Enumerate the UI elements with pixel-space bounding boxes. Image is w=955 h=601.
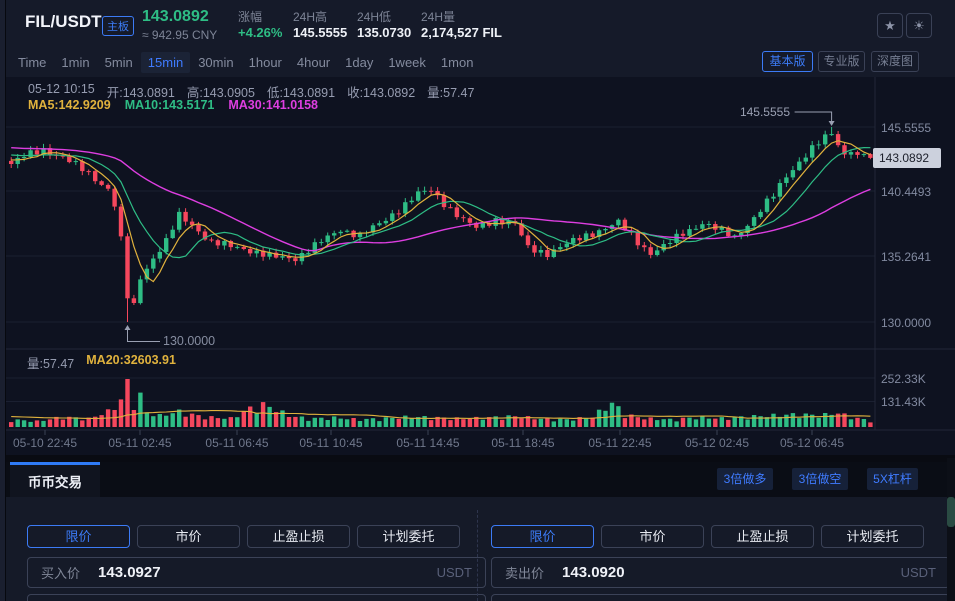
low-value: 135.0730: [357, 25, 411, 40]
buy-order-type-tabs: 限价 市价 止盈止损 计划委托: [27, 525, 460, 548]
high-value: 145.5555: [293, 25, 347, 40]
last-price: 143.0892: [142, 8, 209, 26]
timeframe-15min[interactable]: 15min: [141, 52, 190, 73]
buy-price-currency: USDT: [437, 565, 472, 580]
vol-axis-label: 131.43K: [881, 395, 926, 409]
trading-app: FIL/USDT 主板 143.0892 ≈ 942.95 CNY 涨幅 +4.…: [0, 0, 955, 601]
volume-ma20-label: MA20:32603.91: [86, 353, 176, 372]
candlestick-chart[interactable]: [0, 77, 955, 455]
sell-price-label: 卖出价: [505, 563, 544, 582]
high-price-annotation: 145.5555: [737, 105, 790, 119]
depth-view-button[interactable]: 深度图: [871, 51, 919, 72]
price-axis-label: 140.4493: [881, 185, 931, 199]
high-label: 24H高: [293, 8, 327, 25]
buy-tab-planned[interactable]: 计划委托: [357, 525, 460, 548]
timeframe-30min[interactable]: 30min: [191, 52, 240, 73]
sell-tab-limit[interactable]: 限价: [491, 525, 594, 548]
timeframe-1mon[interactable]: 1mon: [434, 52, 481, 73]
time-axis-label: 05-10 22:45: [0, 436, 90, 450]
buy-amount-input[interactable]: [27, 594, 486, 601]
time-axis-label: 05-11 14:45: [383, 436, 473, 450]
low-price-annotation: 130.0000: [163, 334, 215, 348]
star-icon: ★: [884, 18, 896, 34]
candle-close: 收:143.0892: [347, 82, 415, 101]
buy-price-value: 143.0927: [98, 564, 161, 581]
change-value: +4.26%: [238, 25, 282, 40]
pro-view-button[interactable]: 专业版: [818, 51, 865, 72]
ma-legend: MA5:142.9209 MA10:143.5171 MA30:141.0158: [28, 98, 318, 112]
volume-value-label: 量:57.47: [27, 353, 74, 372]
time-axis-label: 05-11 22:45: [575, 436, 665, 450]
buy-tab-market[interactable]: 市价: [137, 525, 240, 548]
ma30-label: MA30:141.0158: [228, 98, 318, 112]
price-axis-label: 135.2641: [881, 250, 931, 264]
sun-icon: ☀: [913, 18, 925, 34]
trade-tab-row: 币币交易 3倍做多 3倍做空 5X杠杆: [0, 462, 955, 497]
timeframe-1min[interactable]: 1min: [54, 52, 96, 73]
scrollbar-track: [947, 458, 955, 601]
volume-value: 2,174,527 FIL: [421, 25, 502, 40]
time-axis-label: 05-12 02:45: [672, 436, 762, 450]
buy-tab-limit[interactable]: 限价: [27, 525, 130, 548]
basic-view-button[interactable]: 基本版: [762, 51, 813, 72]
current-price-tag: 143.0892: [873, 148, 941, 168]
sell-price-input[interactable]: 卖出价 143.0920 USDT: [491, 557, 950, 588]
sell-price-value: 143.0920: [562, 564, 625, 581]
candle-volume: 量:57.47: [427, 82, 474, 101]
margin-3x-long-button[interactable]: 3倍做多: [717, 468, 773, 490]
time-axis-label: 05-12 06:45: [767, 436, 857, 450]
left-edge-strip: [0, 0, 6, 601]
time-axis-label: 05-11 02:45: [95, 436, 185, 450]
board-badge: 主板: [102, 16, 134, 36]
timeframe-list: Time 1min 5min 15min 30min 1hour 4hour 1…: [11, 47, 480, 77]
buy-price-label: 买入价: [41, 563, 80, 582]
timeframe-1day[interactable]: 1day: [338, 52, 380, 73]
volume-label: 24H量: [421, 8, 455, 25]
tab-spot-trading-label: 币币交易: [28, 471, 82, 491]
sell-price-currency: USDT: [901, 565, 936, 580]
timeframe-4hour[interactable]: 4hour: [290, 52, 337, 73]
timeframe-1week[interactable]: 1week: [381, 52, 433, 73]
timeframe-1hour[interactable]: 1hour: [242, 52, 289, 73]
header: FIL/USDT 主板 143.0892 ≈ 942.95 CNY 涨幅 +4.…: [0, 0, 955, 48]
volume-info: 量:57.47 MA20:32603.91: [27, 353, 176, 372]
pair-title: FIL/USDT: [25, 12, 102, 32]
sell-tab-planned[interactable]: 计划委托: [821, 525, 924, 548]
chart-section: 05-12 10:15 开:143.0891 高:143.0905 低:143.…: [0, 77, 955, 455]
section-divider: [0, 455, 955, 462]
margin-3x-short-button[interactable]: 3倍做空: [792, 468, 848, 490]
timeframe-toolbar: Time 1min 5min 15min 30min 1hour 4hour 1…: [0, 47, 955, 78]
low-label: 24H低: [357, 8, 391, 25]
vol-axis-label: 252.33K: [881, 372, 926, 386]
ma10-label: MA10:143.5171: [125, 98, 215, 112]
change-label: 涨幅: [238, 8, 262, 25]
timeframe-5min[interactable]: 5min: [98, 52, 140, 73]
timeframe-time[interactable]: Time: [11, 52, 53, 73]
time-axis-label: 05-11 18:45: [478, 436, 568, 450]
time-axis-label: 05-11 06:45: [192, 436, 282, 450]
favorite-button[interactable]: ★: [877, 13, 903, 38]
buy-price-input[interactable]: 买入价 143.0927 USDT: [27, 557, 486, 588]
sell-tab-market[interactable]: 市价: [601, 525, 704, 548]
tab-spot-trading[interactable]: 币币交易: [10, 462, 100, 497]
sell-amount-input[interactable]: [491, 594, 950, 601]
time-axis-label: 05-11 10:45: [286, 436, 376, 450]
sell-order-type-tabs: 限价 市价 止盈止损 计划委托: [491, 525, 924, 548]
scrollbar-thumb[interactable]: [947, 497, 955, 527]
theme-button[interactable]: ☀: [906, 13, 932, 38]
ma5-label: MA5:142.9209: [28, 98, 111, 112]
margin-5x-button[interactable]: 5X杠杆: [867, 468, 918, 490]
buy-tab-stop[interactable]: 止盈止损: [247, 525, 350, 548]
fiat-price: ≈ 942.95 CNY: [142, 28, 217, 42]
form-divider: [477, 510, 478, 601]
sell-tab-stop[interactable]: 止盈止损: [711, 525, 814, 548]
price-axis-label: 130.0000: [881, 316, 931, 330]
price-axis-label: 145.5555: [881, 121, 931, 135]
